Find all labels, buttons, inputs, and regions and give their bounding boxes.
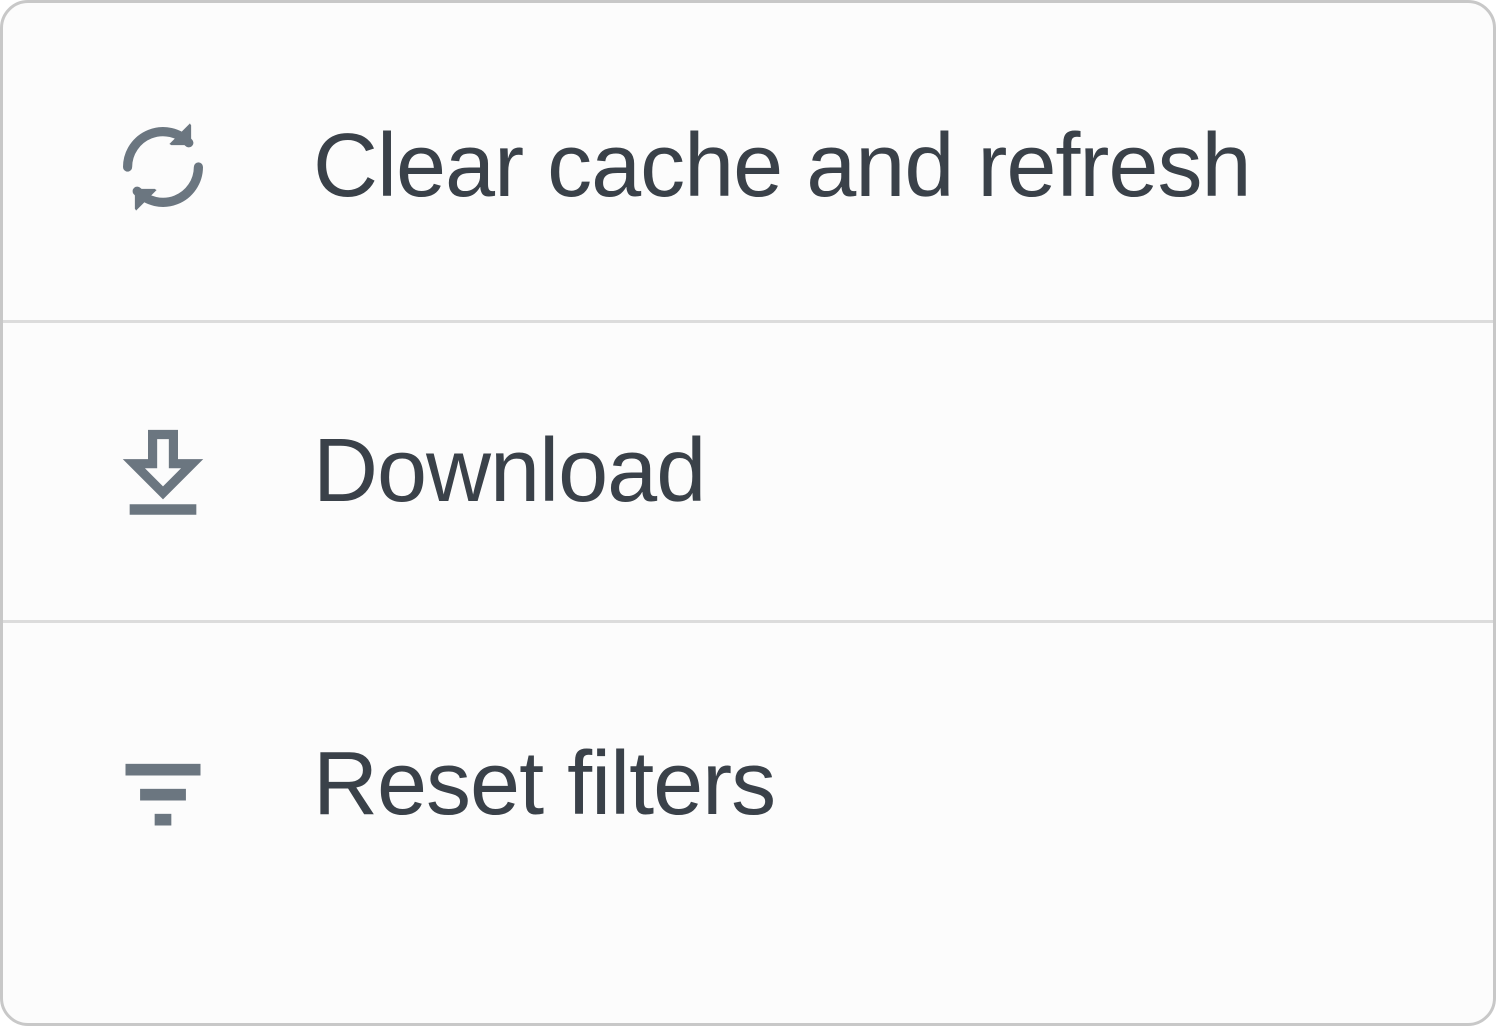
refresh-icon <box>103 107 223 227</box>
menu-item-download[interactable]: Download <box>3 323 1493 623</box>
menu-item-label: Download <box>313 420 705 523</box>
filter-icon <box>103 733 223 853</box>
menu-item-clear-cache[interactable]: Clear cache and refresh <box>3 3 1493 323</box>
context-menu: Clear cache and refresh Download Reset f… <box>0 0 1496 1026</box>
download-icon <box>103 412 223 532</box>
menu-item-reset-filters[interactable]: Reset filters <box>3 623 1493 1023</box>
menu-item-label: Clear cache and refresh <box>313 115 1251 218</box>
menu-item-label: Reset filters <box>313 733 775 836</box>
